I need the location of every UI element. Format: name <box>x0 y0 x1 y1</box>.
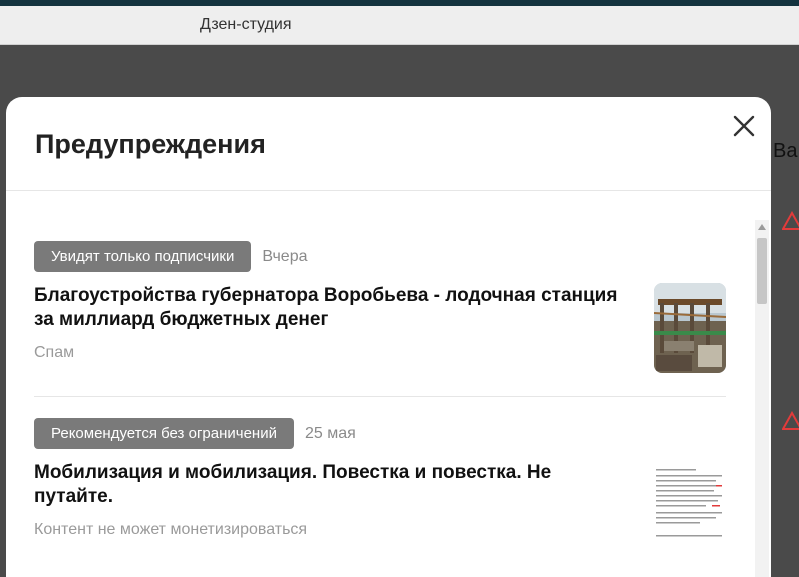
warning-icon <box>782 211 799 230</box>
warnings-list: Увидят только подписчики Вчера Благоустр… <box>6 191 754 577</box>
warnings-modal: Предупреждения Увидят только подписчики … <box>6 97 771 577</box>
modal-header: Предупреждения <box>6 97 771 191</box>
item-reason: Спам <box>34 344 75 361</box>
text-document-preview-image <box>656 469 722 537</box>
browser-tab-bar: Дзен-студия <box>0 6 799 45</box>
status-badge: Увидят только подписчики <box>34 241 252 272</box>
close-icon <box>733 115 755 137</box>
tab-title[interactable]: Дзен-студия <box>200 16 292 34</box>
construction-photo-image <box>654 283 726 373</box>
background-partial-text: Ва <box>773 140 798 162</box>
list-item[interactable]: Увидят только подписчики Вчера Благоустр… <box>34 241 726 362</box>
scroll-up-arrow-icon[interactable] <box>758 224 766 230</box>
scrollbar-thumb[interactable] <box>757 238 767 304</box>
list-item[interactable]: Рекомендуется без ограничений 25 мая Моб… <box>34 418 726 539</box>
item-meta: Рекомендуется без ограничений 25 мая <box>34 418 726 449</box>
item-reason: Контент не может монетизироваться <box>34 521 308 538</box>
status-badge: Рекомендуется без ограничений <box>34 418 294 449</box>
warning-icon <box>782 411 799 430</box>
item-date: Вчера <box>262 247 308 265</box>
item-date: 25 мая <box>304 424 356 442</box>
article-thumbnail[interactable] <box>654 283 726 373</box>
close-button[interactable] <box>729 111 759 141</box>
modal-title: Предупреждения <box>35 129 266 159</box>
item-title[interactable]: Мобилизация и мобилизация. Повестка и по… <box>34 461 624 509</box>
item-meta: Увидят только подписчики Вчера <box>34 241 726 272</box>
divider <box>34 396 726 397</box>
scrollbar[interactable] <box>755 220 769 577</box>
item-title[interactable]: Благоустройства губернатора Воробьева - … <box>34 284 624 332</box>
article-thumbnail[interactable] <box>654 463 726 549</box>
